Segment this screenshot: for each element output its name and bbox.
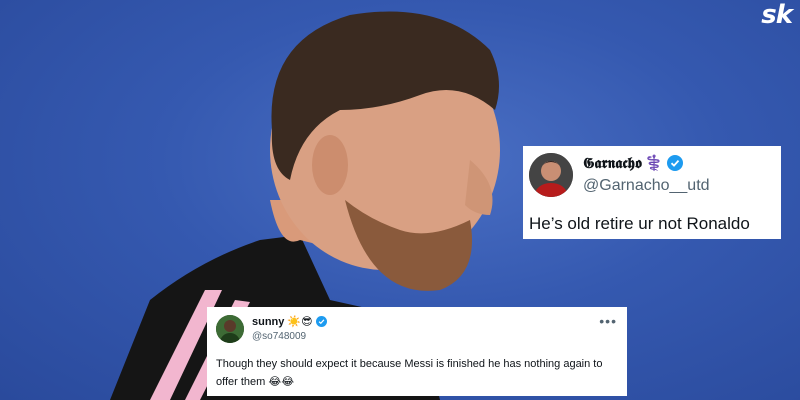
display-name-text: sunny bbox=[252, 315, 285, 328]
display-name: sunny ☀️😎 bbox=[252, 315, 327, 328]
display-name: 𝕲𝖆𝖗𝖓𝖆𝖈𝖍𝖔 ⚕️ bbox=[583, 154, 683, 172]
more-options-icon[interactable]: ••• bbox=[599, 313, 617, 329]
avatar bbox=[216, 315, 244, 343]
tweet-card-sunny[interactable]: sunny ☀️😎 @so748009 ••• Though they shou… bbox=[207, 307, 627, 396]
avatar bbox=[529, 153, 573, 197]
verified-badge-icon bbox=[315, 316, 327, 327]
tweet-text: He’s old retire ur not Ronaldo bbox=[529, 214, 750, 233]
name-emoji: ⚕️ bbox=[644, 154, 664, 172]
display-name-text: 𝕲𝖆𝖗𝖓𝖆𝖈𝖍𝖔 bbox=[583, 154, 642, 172]
user-handle[interactable]: @Garnacho__utd bbox=[583, 177, 710, 195]
name-emoji: ☀️😎 bbox=[287, 316, 313, 328]
user-handle[interactable]: @so748009 bbox=[252, 331, 306, 342]
verified-badge-icon bbox=[666, 155, 683, 171]
tweet-card-garnacho[interactable]: 𝕲𝖆𝖗𝖓𝖆𝖈𝖍𝖔 ⚕️ @Garnacho__utd He’s old reti… bbox=[523, 146, 781, 239]
brand-logo: sk bbox=[761, 0, 793, 30]
tweet-text: Though they should expect it because Mes… bbox=[216, 358, 603, 388]
